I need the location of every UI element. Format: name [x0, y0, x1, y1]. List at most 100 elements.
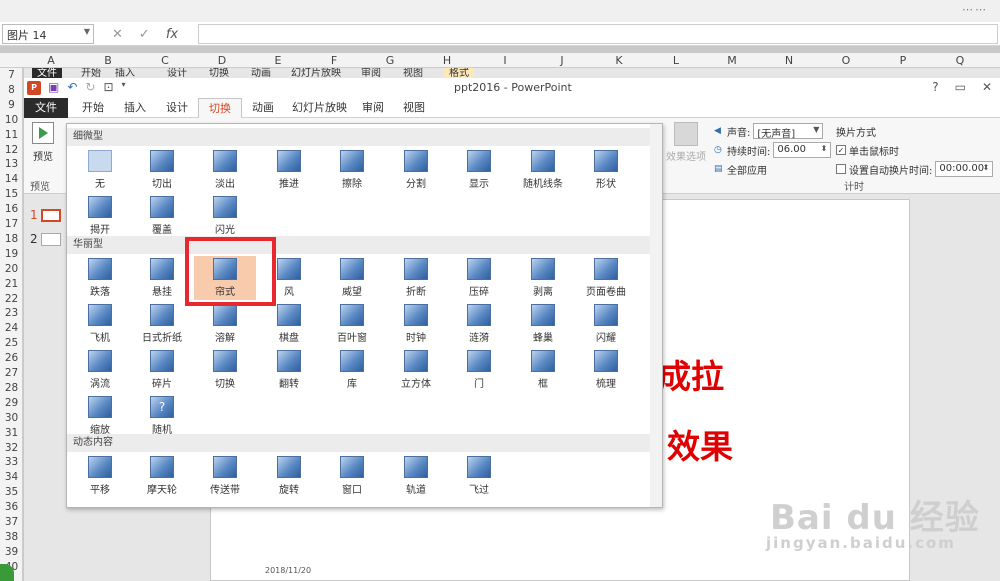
transition-item[interactable]: 溶解: [194, 302, 256, 346]
row-header[interactable]: 11: [0, 128, 23, 142]
transition-item[interactable]: 棋盘: [258, 302, 320, 346]
row-header[interactable]: 32: [0, 441, 23, 455]
transition-item[interactable]: 淡出: [194, 148, 256, 192]
name-box[interactable]: 图片 14 ▼: [2, 24, 94, 44]
transition-item[interactable]: 涟漪: [448, 302, 510, 346]
transition-item[interactable]: 覆盖: [131, 194, 193, 238]
transition-item[interactable]: 闪耀: [575, 302, 637, 346]
tab-0[interactable]: 文件: [24, 98, 68, 118]
row-header[interactable]: 39: [0, 545, 23, 559]
row-header[interactable]: 22: [0, 292, 23, 306]
apply-all-button[interactable]: ▤ 全部应用: [714, 160, 831, 178]
tab-7[interactable]: 审阅: [352, 98, 394, 118]
row-header[interactable]: 31: [0, 426, 23, 440]
transition-item[interactable]: 门: [448, 348, 510, 392]
after-time-checkbox[interactable]: [836, 164, 846, 174]
column-header[interactable]: K: [609, 53, 629, 68]
row-header[interactable]: 12: [0, 143, 23, 157]
tab-6[interactable]: 幻灯片放映: [282, 98, 357, 118]
on-click-checkbox[interactable]: ✓: [836, 145, 846, 155]
row-header[interactable]: 14: [0, 172, 23, 186]
transition-item[interactable]: 形状: [575, 148, 637, 192]
column-header[interactable]: J: [552, 53, 572, 68]
transition-item[interactable]: 蜂巢: [512, 302, 574, 346]
transition-item[interactable]: 闪光: [194, 194, 256, 238]
slide-thumbnail-2[interactable]: 2: [30, 232, 61, 246]
transition-item[interactable]: 随机线条: [512, 148, 574, 192]
column-header[interactable]: E: [268, 53, 288, 68]
column-header[interactable]: M: [722, 53, 742, 68]
tab-2[interactable]: 插入: [114, 98, 156, 118]
transition-item[interactable]: 碎片: [131, 348, 193, 392]
column-header[interactable]: B: [98, 53, 118, 68]
duration-input[interactable]: 06.00 ⬍: [773, 142, 832, 158]
row-header[interactable]: 7: [0, 68, 23, 82]
column-header[interactable]: O: [836, 53, 856, 68]
column-header[interactable]: N: [779, 53, 799, 68]
row-header[interactable]: 16: [0, 202, 23, 216]
tab-8[interactable]: 视图: [393, 98, 435, 118]
slide-thumbnail-1[interactable]: 1: [30, 208, 61, 222]
tab-3[interactable]: 设计: [156, 98, 198, 118]
transition-item[interactable]: 飞机: [69, 302, 131, 346]
transition-item[interactable]: 时钟: [385, 302, 447, 346]
column-header[interactable]: A: [41, 53, 61, 68]
effect-options-button[interactable]: 效果选项: [664, 122, 708, 163]
tab-5[interactable]: 动画: [242, 98, 284, 118]
column-header[interactable]: I: [495, 53, 515, 68]
column-header[interactable]: C: [155, 53, 175, 68]
transition-item[interactable]: 悬挂: [131, 256, 193, 300]
row-header[interactable]: 20: [0, 262, 23, 276]
column-header[interactable]: Q: [950, 53, 970, 68]
transition-item[interactable]: 立方体: [385, 348, 447, 392]
row-header[interactable]: 10: [0, 113, 23, 127]
transition-item[interactable]: ? 随机: [131, 394, 193, 438]
transition-item[interactable]: 旋转: [258, 454, 320, 498]
row-header[interactable]: 21: [0, 277, 23, 291]
sound-select[interactable]: [无声音] ▼: [753, 123, 824, 140]
save-icon[interactable]: ▣: [48, 80, 59, 94]
transition-item[interactable]: 剥离: [512, 256, 574, 300]
row-header[interactable]: 38: [0, 530, 23, 544]
column-header[interactable]: D: [212, 53, 232, 68]
transition-item[interactable]: 日式折纸: [131, 302, 193, 346]
row-header[interactable]: 37: [0, 515, 23, 529]
row-header[interactable]: 30: [0, 411, 23, 425]
column-header[interactable]: H: [437, 53, 457, 68]
undo-icon[interactable]: ↶: [67, 80, 77, 94]
tab-1[interactable]: 开始: [72, 98, 114, 118]
row-header[interactable]: 27: [0, 366, 23, 380]
transition-item[interactable]: 显示: [448, 148, 510, 192]
formula-input[interactable]: [198, 24, 998, 44]
enter-icon[interactable]: ✓: [139, 27, 150, 42]
from-beginning-icon[interactable]: ⊡: [103, 80, 113, 94]
column-header[interactable]: L: [666, 53, 686, 68]
row-header[interactable]: 36: [0, 500, 23, 514]
transition-item[interactable]: 分割: [385, 148, 447, 192]
column-header[interactable]: G: [380, 53, 400, 68]
tab-4[interactable]: 切换: [198, 98, 242, 119]
spinner-icon[interactable]: ⬍: [983, 163, 990, 172]
row-header[interactable]: 29: [0, 396, 23, 410]
transition-item[interactable]: 跌落: [69, 256, 131, 300]
transition-item[interactable]: 无: [69, 148, 131, 192]
transition-item[interactable]: 百叶窗: [321, 302, 383, 346]
row-header[interactable]: 26: [0, 351, 23, 365]
row-header[interactable]: 23: [0, 306, 23, 320]
transition-item[interactable]: 飞过: [448, 454, 510, 498]
transition-item[interactable]: 折断: [385, 256, 447, 300]
row-header[interactable]: 8: [0, 83, 23, 97]
row-header[interactable]: 18: [0, 232, 23, 246]
function-icon[interactable]: fx: [166, 27, 178, 42]
transition-item[interactable]: 缩放: [69, 394, 131, 438]
transition-item[interactable]: 库: [321, 348, 383, 392]
transition-item[interactable]: 传送带: [194, 454, 256, 498]
chevron-down-icon[interactable]: ▼: [84, 27, 90, 36]
customize-qat-icon[interactable]: ▾: [122, 80, 126, 94]
close-icon[interactable]: ✕: [982, 80, 992, 94]
row-header[interactable]: 13: [0, 157, 23, 171]
row-header[interactable]: 25: [0, 336, 23, 350]
transition-item[interactable]: 涡流: [69, 348, 131, 392]
row-header[interactable]: 24: [0, 321, 23, 335]
row-header[interactable]: 28: [0, 381, 23, 395]
